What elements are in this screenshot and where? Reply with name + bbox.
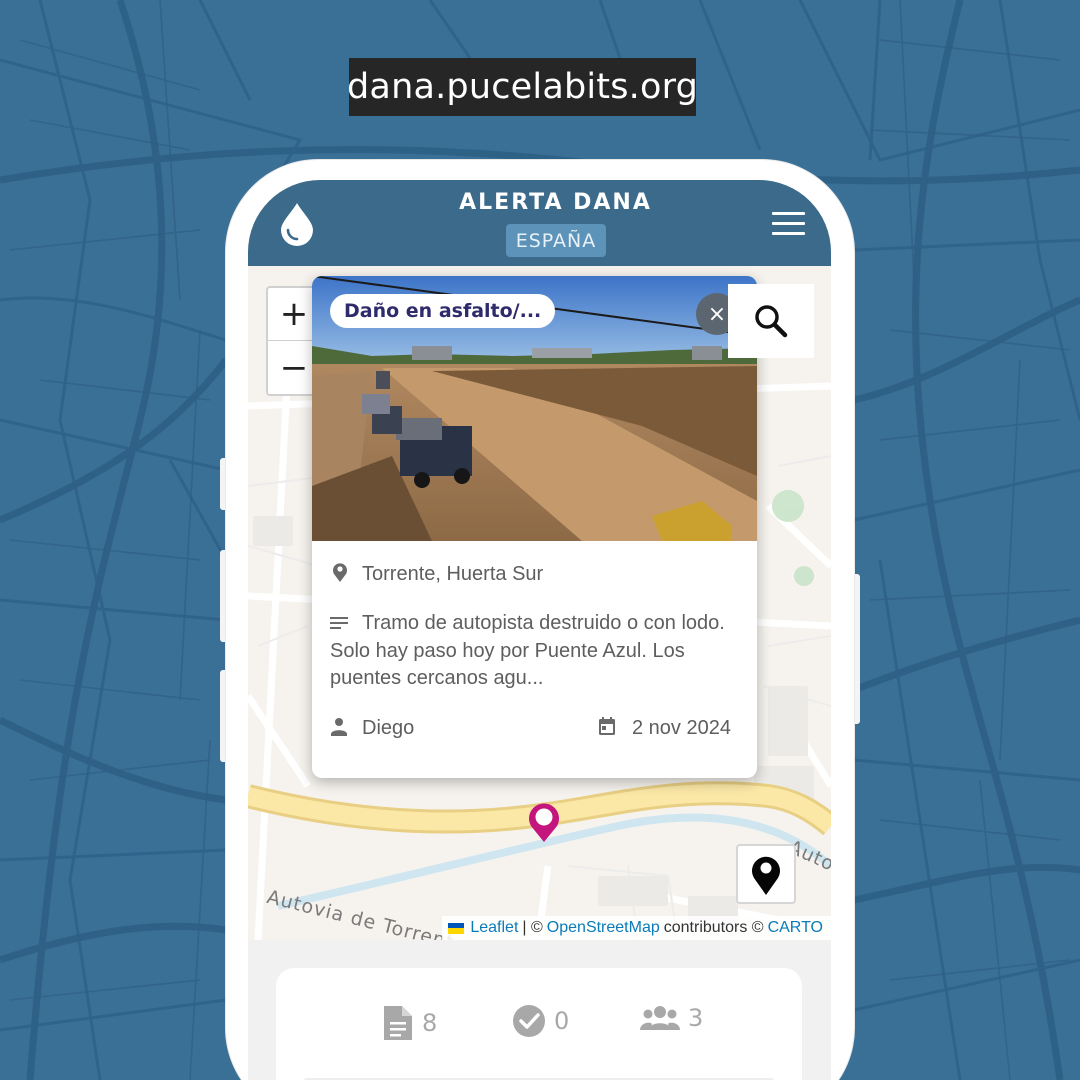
hamburger-menu-icon[interactable] <box>772 212 806 236</box>
calendar-icon <box>599 717 615 735</box>
author-name: Diego <box>362 717 415 739</box>
attribution-separator: | © <box>522 919 543 936</box>
report-date: 2 nov 2024 <box>632 717 731 739</box>
document-icon <box>384 1006 412 1040</box>
openstreetmap-link[interactable]: OpenStreetMap <box>547 919 660 937</box>
group-icon <box>640 1006 680 1030</box>
leaflet-link[interactable]: Leaflet <box>470 919 518 937</box>
users-count: 3 <box>688 1004 704 1032</box>
ukraine-flag-icon <box>448 922 465 934</box>
reports-stat: 8 <box>382 1004 437 1042</box>
search-icon <box>755 305 788 338</box>
map-marker-icon[interactable] <box>525 800 563 844</box>
description-text: Tramo de autopista destruido o con lodo.… <box>330 612 725 689</box>
app-header: ALERTA DANA ESPAÑA <box>248 180 831 266</box>
verified-count: 0 <box>554 1007 570 1035</box>
attribution-contributors: contributors © <box>663 919 764 936</box>
check-circle-icon <box>513 1005 545 1037</box>
map-attribution: Leaflet | © OpenStreetMap contributors ©… <box>442 916 831 940</box>
carto-link[interactable]: CARTO <box>768 919 823 937</box>
location-row: Torrente, Huerta Sur <box>330 560 543 588</box>
search-button[interactable] <box>728 284 814 358</box>
report-popup[interactable]: Daño en asfalto/... × Torrente, Huerta S… <box>312 276 757 778</box>
person-icon <box>331 718 347 736</box>
stats-card: 8 0 3 <box>276 968 802 1080</box>
map-view[interactable]: Autovia de Torrent Autov + − Daño en asf… <box>248 266 831 940</box>
date-row: 2 nov 2024 <box>598 714 731 742</box>
country-badge[interactable]: ESPAÑA <box>506 224 606 257</box>
category-tag: Daño en asfalto/... <box>330 294 556 328</box>
location-pin-icon <box>333 563 347 582</box>
notes-icon <box>330 617 348 629</box>
users-stat: 3 <box>640 1004 703 1032</box>
verified-stat: 0 <box>512 1004 569 1038</box>
app-title: ALERTA DANA <box>459 190 652 215</box>
phone-screen: ALERTA DANA ESPAÑA Autovia de Torrent Au… <box>248 180 831 1080</box>
locate-marker-icon <box>752 856 780 895</box>
add-marker-button[interactable] <box>736 844 796 904</box>
site-url-label: dana.pucelabits.org <box>347 58 698 116</box>
reports-count: 8 <box>422 1009 438 1037</box>
location-text: Torrente, Huerta Sur <box>362 563 544 585</box>
author-row: Diego <box>330 714 414 742</box>
description-block: Tramo de autopista destruido o con lodo.… <box>330 610 730 693</box>
